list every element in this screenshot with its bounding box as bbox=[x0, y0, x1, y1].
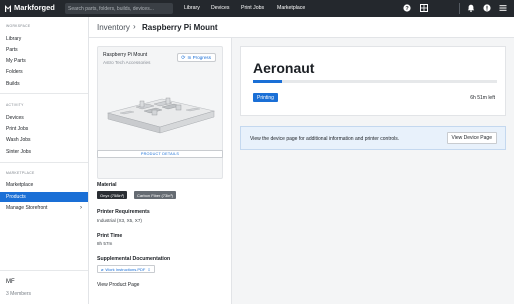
section-title-workspace: WORKSPACE bbox=[6, 24, 31, 28]
doc-link-label: Work Instructions.PDF bbox=[105, 266, 146, 272]
sidebar-item-label: Manage Storefront bbox=[6, 205, 48, 211]
product-vendor: Astro Tech Accessories bbox=[103, 60, 151, 65]
sidebar-item-sinter-jobs[interactable]: Sinter Jobs bbox=[0, 147, 88, 157]
device-card: Aeronaut Printing 6h 51m left bbox=[240, 46, 506, 116]
sidebar-item-manage-storefront[interactable]: Manage Storefront › bbox=[0, 203, 88, 213]
device-name[interactable]: Aeronaut bbox=[253, 60, 314, 76]
product-panel: Raspberry Pi Mount Astro Tech Accessorie… bbox=[89, 38, 232, 304]
work-instructions-link[interactable]: ⌀ Work Instructions.PDF ⇩ bbox=[97, 265, 155, 273]
grid-apps-icon[interactable] bbox=[420, 4, 428, 12]
in-progress-icon: ⟳ bbox=[181, 54, 186, 61]
status-badge: Printing bbox=[253, 93, 278, 102]
progress-bar bbox=[253, 80, 497, 83]
nav-library[interactable]: Library bbox=[184, 5, 200, 11]
search-input[interactable] bbox=[68, 5, 173, 12]
nav-print-jobs[interactable]: Print Jobs bbox=[241, 5, 264, 11]
sidebar-divider bbox=[0, 93, 88, 94]
device-panel: Aeronaut Printing 6h 51m left View the d… bbox=[232, 38, 514, 304]
topbar-divider bbox=[459, 3, 460, 14]
sidebar-item-parts[interactable]: Parts bbox=[0, 45, 88, 55]
supplemental-docs-label: Supplemental Documentation bbox=[97, 256, 171, 262]
view-device-page-button[interactable]: View Device Page bbox=[446, 132, 497, 144]
markforged-logo-icon bbox=[5, 4, 11, 12]
section-title-activity: ACTIVITY bbox=[6, 103, 24, 107]
sidebar: WORKSPACE Library Parts My Parts Folders… bbox=[0, 17, 89, 304]
sidebar-divider bbox=[0, 162, 88, 163]
status-badge: ⟳ In Progress bbox=[177, 53, 216, 62]
sidebar-item-my-parts[interactable]: My Parts bbox=[0, 56, 88, 66]
breadcrumb: Inventory › Raspberry Pi Mount bbox=[89, 17, 514, 38]
chevron-right-icon: › bbox=[80, 205, 82, 211]
bell-icon[interactable] bbox=[467, 4, 475, 12]
page-title: Raspberry Pi Mount bbox=[142, 23, 218, 32]
material-chip-carbon-fiber: Carbon Fiber (73in³) bbox=[134, 191, 177, 199]
nav-devices[interactable]: Devices bbox=[211, 5, 229, 11]
menu-icon[interactable] bbox=[499, 4, 507, 12]
breadcrumb-inventory[interactable]: Inventory bbox=[97, 23, 130, 32]
time-remaining: 6h 51m left bbox=[470, 95, 495, 101]
material-chip-onyx: Onyx (758in³) bbox=[97, 191, 128, 199]
section-title-marketplace: MARKETPLACE bbox=[6, 171, 35, 175]
sidebar-item-products[interactable]: Products bbox=[0, 192, 88, 202]
alert-icon[interactable] bbox=[483, 4, 491, 12]
org-initials[interactable]: MF bbox=[6, 279, 15, 285]
sidebar-item-print-jobs[interactable]: Print Jobs bbox=[0, 124, 88, 134]
sidebar-item-builds[interactable]: Builds bbox=[0, 79, 88, 89]
sidebar-item-library[interactable]: Library bbox=[0, 34, 88, 44]
sidebar-divider bbox=[0, 270, 88, 271]
view-product-page-link[interactable]: View Product Page bbox=[97, 282, 139, 288]
progress-bar-fill bbox=[253, 80, 283, 83]
printer-requirements-label: Printer Requirements bbox=[97, 209, 150, 215]
product-name: Raspberry Pi Mount bbox=[103, 52, 148, 58]
breadcrumb-separator: › bbox=[133, 22, 136, 31]
status-badge-label: In Progress bbox=[187, 55, 212, 60]
top-bar: Markforged Library Devices Print Jobs Ma… bbox=[0, 0, 514, 17]
sidebar-item-folders[interactable]: Folders bbox=[0, 67, 88, 77]
brand-name: Markforged bbox=[14, 3, 55, 12]
download-icon: ⇩ bbox=[147, 266, 151, 272]
print-time-label: Print Time bbox=[97, 233, 123, 239]
product-card: Raspberry Pi Mount Astro Tech Accessorie… bbox=[97, 46, 223, 179]
part-render-image bbox=[106, 97, 216, 134]
product-details-button[interactable]: PRODUCT DETAILS bbox=[97, 150, 223, 158]
info-banner: View the device page for additional info… bbox=[240, 126, 506, 150]
brand-logo[interactable]: Markforged bbox=[5, 3, 55, 12]
org-members: 3 Members bbox=[6, 291, 32, 297]
material-label: Material bbox=[97, 182, 117, 188]
nav-marketplace[interactable]: Marketplace bbox=[277, 5, 305, 11]
sidebar-item-marketplace[interactable]: Marketplace bbox=[0, 180, 88, 190]
print-time-value: 8h 57m bbox=[97, 241, 113, 246]
sidebar-item-wash-jobs[interactable]: Wash Jobs bbox=[0, 135, 88, 145]
search-box[interactable] bbox=[65, 3, 173, 14]
paperclip-icon: ⌀ bbox=[101, 266, 104, 272]
info-text: View the device page for additional info… bbox=[250, 136, 400, 142]
sidebar-item-devices[interactable]: Devices bbox=[0, 113, 88, 123]
help-icon[interactable]: ? bbox=[403, 4, 411, 12]
printer-requirements-value: Industrial (X3, X5, X7) bbox=[97, 218, 142, 223]
